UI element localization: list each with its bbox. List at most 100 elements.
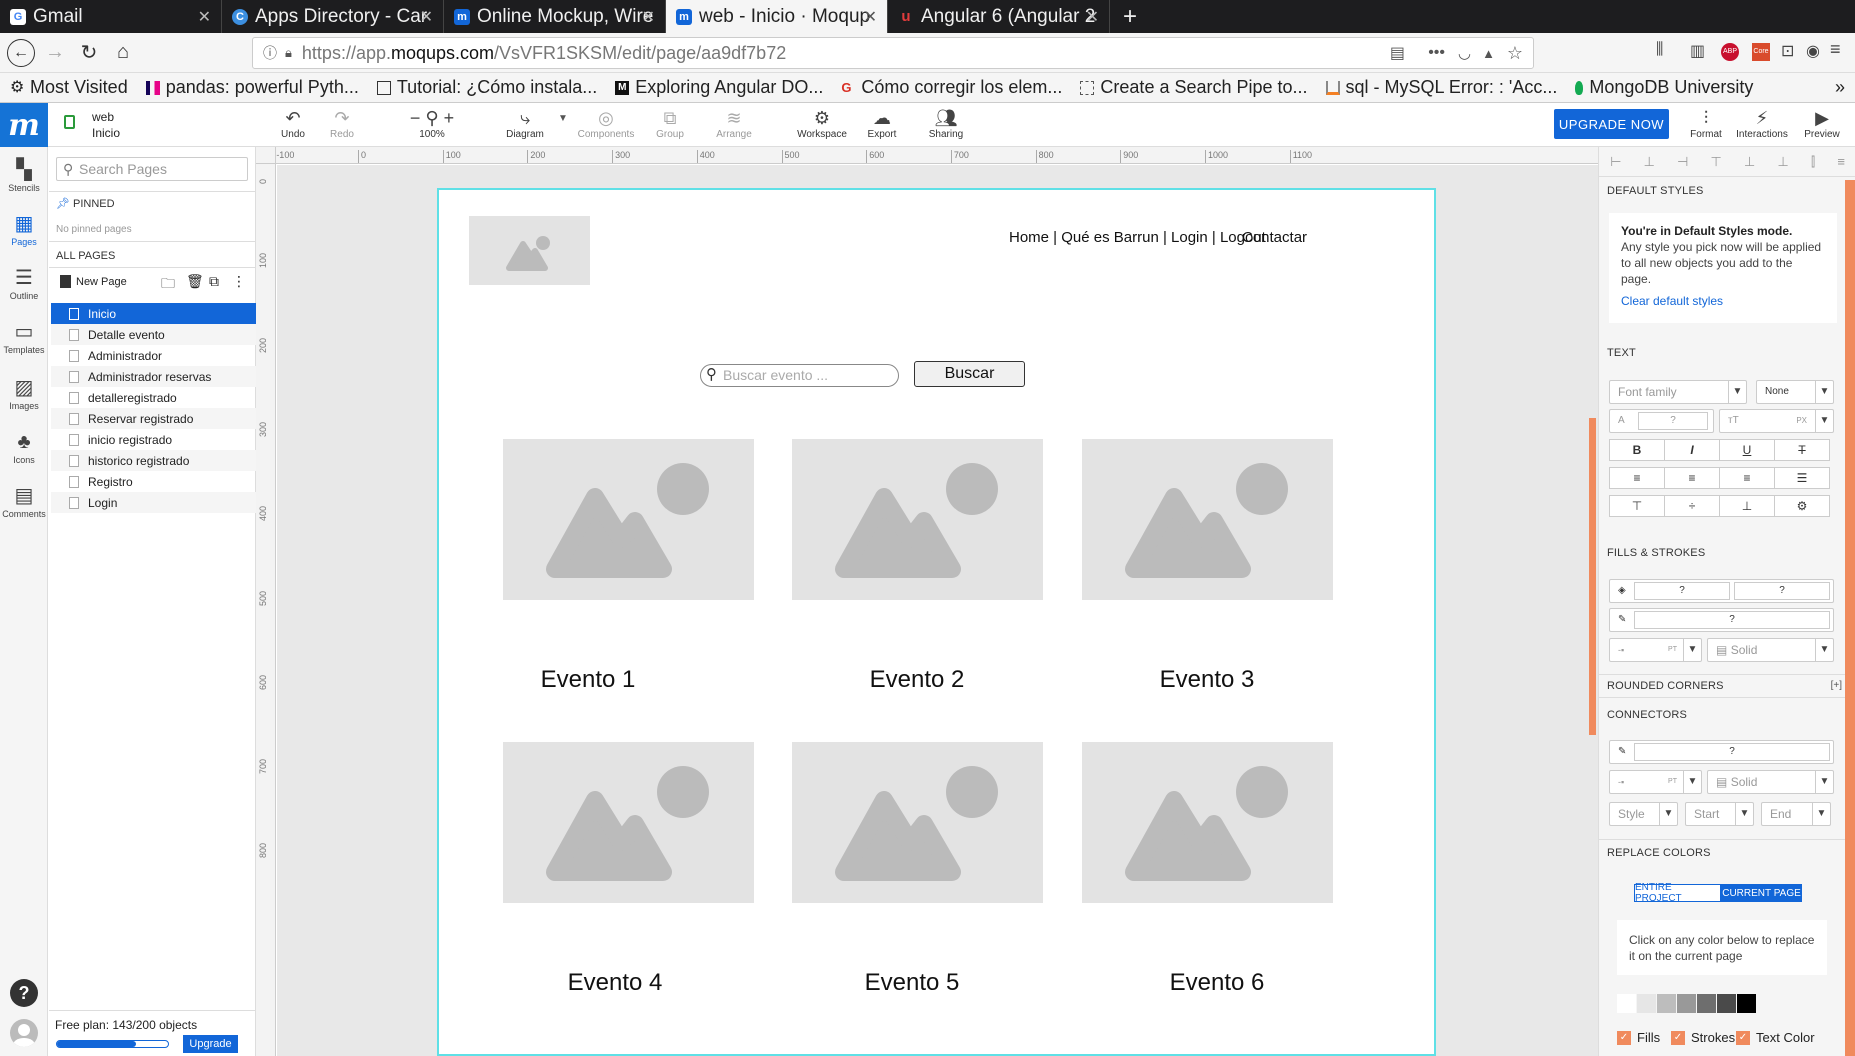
color-swatch[interactable] [1717, 994, 1736, 1013]
adblock-icon[interactable]: ABP [1721, 43, 1739, 61]
bookmark-exploring-angular[interactable]: M Exploring Angular DO... [615, 77, 823, 98]
bookmark-search-pipe[interactable]: Create a Search Pipe to... [1080, 77, 1308, 98]
page-item[interactable]: inicio registrado [51, 429, 256, 450]
page-item[interactable]: Reservar registrado [51, 408, 256, 429]
chevron-down-icon[interactable]: ▼ [558, 113, 568, 124]
bookmark-tutorial[interactable]: Tutorial: ¿Cómo instala... [376, 77, 597, 98]
page-item[interactable]: Login [51, 492, 256, 513]
duplicate-icon[interactable]: ⧉ [209, 273, 219, 290]
distribute-v-icon[interactable]: ≡ [1837, 154, 1845, 169]
bookmark-mongodb[interactable]: MongoDB University [1575, 77, 1753, 98]
contact-link[interactable]: Contactar [1242, 229, 1307, 246]
moqups-logo[interactable]: m [0, 103, 48, 147]
rail-icons[interactable]: ♣ Icons [0, 429, 48, 465]
more-actions-icon[interactable]: ••• [1428, 44, 1445, 62]
tab-gmail[interactable]: G Gmail ✕ [0, 0, 222, 33]
preview-button[interactable]: ▶ Preview [1800, 107, 1844, 140]
page-item[interactable]: Inicio [51, 303, 256, 324]
rail-stencils[interactable]: ▚ Stencils [0, 157, 48, 193]
justify-button[interactable]: ☰ [1774, 467, 1830, 489]
color-swatch[interactable] [1677, 994, 1696, 1013]
entire-project-toggle[interactable]: ENTIRE PROJECT [1634, 882, 1721, 904]
chevron-right-icon[interactable]: » [1835, 77, 1845, 98]
strikethrough-button[interactable]: T [1774, 439, 1830, 461]
interactions-button[interactable]: ⚡︎ Interactions [1734, 107, 1790, 140]
forward-button[interactable]: → [38, 36, 72, 70]
font-color-field[interactable]: A? [1609, 409, 1714, 433]
align-left-icon[interactable]: ⊢ [1610, 154, 1621, 170]
format-button[interactable]: ⫶ Format [1686, 107, 1726, 140]
home-button[interactable]: ⌂ [106, 36, 140, 70]
nav-links[interactable]: Home | Qué es Barrun | Login | Logout [1009, 229, 1266, 246]
bookmark-mysql[interactable]: sql - MySQL Error: : 'Acc... [1325, 77, 1557, 98]
connector-style-select[interactable]: ▤ Solid ▼ [1707, 770, 1834, 794]
trash-icon[interactable]: 🗑︎ [186, 273, 204, 290]
account-icon[interactable]: ◉ [1806, 41, 1820, 61]
color-swatch[interactable] [1737, 994, 1756, 1013]
align-left-button[interactable]: ≡ [1609, 467, 1665, 489]
text-color-checkbox[interactable]: ✓ Text Color [1736, 1030, 1815, 1045]
back-button[interactable]: ← [4, 36, 38, 70]
reader-view-icon[interactable]: ▤ [1390, 43, 1405, 63]
vertical-scrollbar[interactable] [1589, 418, 1596, 735]
mockup-page[interactable]: Home | Qué es Barrun | Login | Logout Co… [437, 188, 1436, 1056]
page-item[interactable]: Registro [51, 471, 256, 492]
event-image-placeholder[interactable] [503, 439, 754, 600]
event-image-placeholder[interactable] [1082, 439, 1333, 600]
tab-apps-directory[interactable]: C Apps Directory - Car ✕ [222, 0, 444, 33]
event-image-placeholder[interactable] [1082, 742, 1333, 903]
current-page-toggle[interactable]: CURRENT PAGE [1721, 884, 1802, 902]
redo-button[interactable]: ↷ Redo [322, 107, 362, 140]
rail-outline[interactable]: ☰ Outline [0, 265, 48, 301]
stroke-width-field[interactable]: -▪ PT ▼ [1609, 638, 1702, 662]
undo-button[interactable]: ↶ Undo [273, 107, 313, 140]
lock-icon[interactable] [64, 115, 75, 129]
align-top-icon[interactable]: ⊤ [1711, 154, 1722, 170]
bookmark-pandas[interactable]: pandas: powerful Pyth... [145, 77, 359, 98]
close-icon[interactable]: ✕ [1086, 7, 1099, 27]
align-bottom-icon[interactable]: ⊥ [1778, 154, 1789, 170]
new-folder-icon[interactable]: 🗀︎ [161, 273, 175, 297]
container-icon[interactable]: ⊡ [1781, 41, 1794, 61]
connector-color-field[interactable]: ✎? [1609, 740, 1834, 764]
more-vertical-icon[interactable]: ⋮ [232, 273, 246, 290]
event-image-placeholder[interactable] [792, 742, 1043, 903]
connector-type-select[interactable]: Style ▼ [1609, 802, 1678, 826]
diagram-button[interactable]: ⤷ Diagram [500, 107, 550, 140]
color-swatch[interactable] [1617, 994, 1636, 1013]
fill-color-field[interactable]: ◈?? [1609, 579, 1834, 603]
page-item[interactable]: Administrador reservas [51, 366, 256, 387]
align-middle-icon[interactable]: ⊥ [1744, 154, 1755, 170]
tab-angular[interactable]: u Angular 6 (Angular 2 ✕ [888, 0, 1110, 33]
zoom-control[interactable]: − ⚲ +100% [400, 107, 464, 140]
distribute-h-icon[interactable]: ⫿ [1811, 154, 1815, 170]
text-settings-button[interactable]: ⚙ [1774, 495, 1830, 517]
arrange-button[interactable]: ≋ Arrange [710, 107, 758, 140]
sidebar-icon[interactable]: ▥ [1690, 41, 1705, 61]
color-swatch[interactable] [1697, 994, 1716, 1013]
components-button[interactable]: ◎ Components [574, 107, 638, 140]
font-family-select[interactable]: Font family ▼ [1609, 380, 1747, 404]
reload-button[interactable]: ↻ [72, 36, 106, 70]
upgrade-now-button[interactable]: UPGRADE NOW [1554, 109, 1669, 139]
connector-width-field[interactable]: -▪ PT ▼ [1609, 770, 1702, 794]
pocket-icon[interactable]: ◡ [1458, 44, 1471, 62]
bookmark-most-visited[interactable]: ⚙ Most Visited [10, 77, 128, 98]
tab-web-inicio[interactable]: m web - Inicio · Moqup ✕ [666, 0, 888, 33]
help-icon[interactable]: ? [10, 979, 38, 1007]
stroke-style-select[interactable]: ▤ Solid ▼ [1707, 638, 1834, 662]
valign-bottom-button[interactable]: ⊥ [1719, 495, 1775, 517]
avatar[interactable] [10, 1019, 38, 1047]
valign-top-button[interactable]: ⊤ [1609, 495, 1665, 517]
search-pages-input[interactable]: ⚲ Search Pages [56, 157, 248, 181]
rail-pages[interactable]: ▦ Pages [0, 211, 48, 247]
font-size-field[interactable]: тT PX ▼ [1719, 409, 1834, 433]
clear-default-styles-link[interactable]: Clear default styles [1621, 293, 1825, 309]
close-icon[interactable]: ✕ [420, 7, 433, 27]
library-icon[interactable]: ⫼ [1656, 41, 1663, 59]
page-item[interactable]: detalleregistrado [51, 387, 256, 408]
italic-button[interactable]: I [1664, 439, 1720, 461]
new-tab-button[interactable]: + [1110, 0, 1150, 33]
logo-placeholder[interactable] [469, 216, 590, 285]
bookmark-corregir[interactable]: G Cómo corregir los elem... [841, 77, 1062, 98]
